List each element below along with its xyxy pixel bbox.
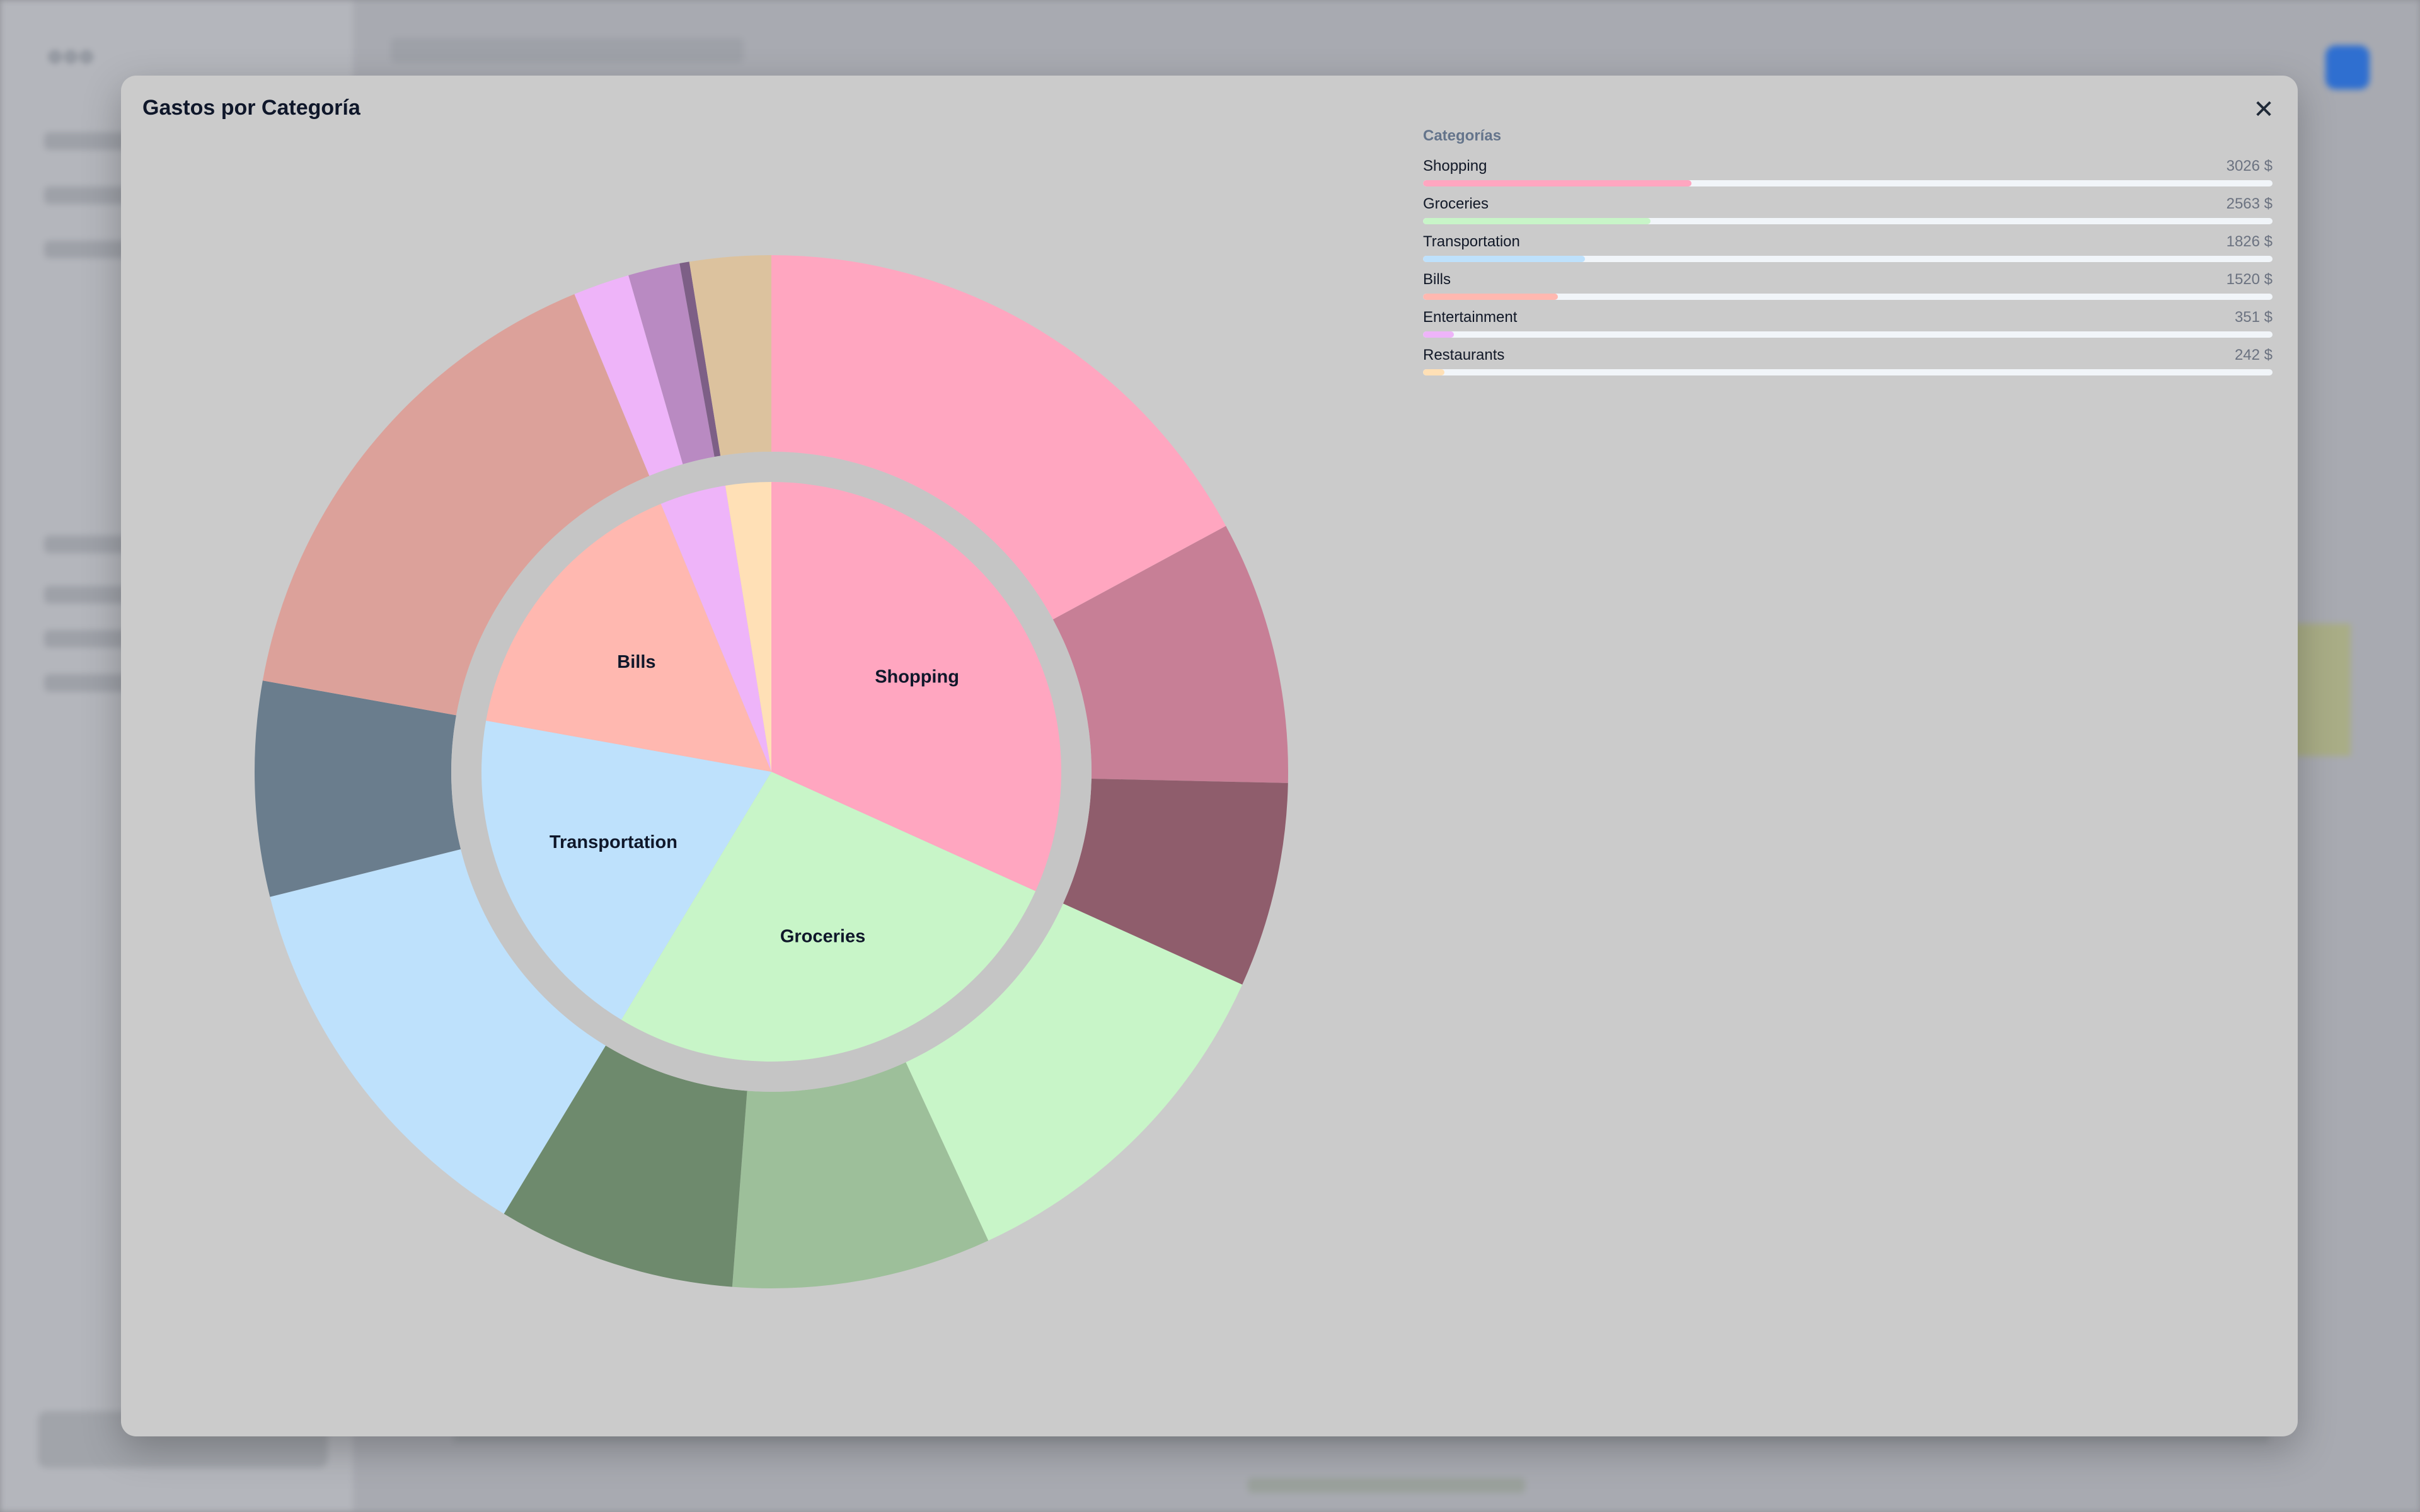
inner-slice-label: Groceries (780, 926, 865, 946)
legend-item-bar-track (1423, 294, 2273, 300)
background-breadcrumb (391, 38, 744, 63)
background-avatar (2325, 45, 2370, 89)
legend-item-bar-fill (1423, 331, 1455, 338)
legend-item-bar-track (1423, 331, 2273, 338)
legend-item-value: 351 $ (2234, 309, 2273, 326)
background-legend (1248, 1478, 1525, 1493)
legend-item-bar-track (1423, 369, 2273, 375)
legend-item: Entertainment 351 $ (1423, 309, 2273, 346)
category-expenses-modal: Gastos por Categoría ✕ Shopping Groceries… (121, 76, 2298, 1436)
legend-item-value: 242 $ (2234, 346, 2273, 364)
legend-item-bar-fill (1423, 369, 1445, 375)
legend-item-name: Entertainment (1423, 309, 1518, 326)
legend-item-name: Groceries (1423, 195, 1489, 212)
legend-item-bar-track (1423, 256, 2273, 262)
legend-item-bar-fill (1423, 256, 1586, 262)
legend-item-name: Shopping (1423, 158, 1487, 175)
legend-item-bar-track (1423, 180, 2273, 186)
legend-item-name: Transportation (1423, 233, 1520, 250)
background-logo: ◦◦◦ (47, 31, 95, 80)
inner-slice-label: Transportation (550, 832, 677, 852)
legend-item-value: 3026 $ (2226, 158, 2273, 175)
legend-item-value: 1520 $ (2226, 271, 2273, 288)
legend-item-bar-track (1423, 218, 2273, 224)
legend-item-bar-fill (1423, 294, 1558, 300)
legend-heading: Categorías (1423, 127, 1502, 144)
legend-item: Groceries 2563 $ (1423, 195, 2273, 233)
close-button[interactable]: ✕ (2246, 92, 2281, 127)
legend-item-bar-fill (1423, 180, 1691, 186)
legend-item-value: 1826 $ (2226, 233, 2273, 250)
legend-item-name: Restaurants (1423, 346, 1505, 364)
legend-item-value: 2563 $ (2226, 195, 2273, 212)
legend-item: Bills 1520 $ (1423, 271, 2273, 309)
sunburst-chart: Shopping Groceries Transportation Bills (255, 255, 1288, 1288)
legend-item-bar-fill (1423, 218, 1651, 224)
close-icon: ✕ (2253, 96, 2274, 123)
legend-item: Restaurants 242 $ (1423, 346, 2273, 384)
inner-slice-label: Shopping (875, 667, 959, 687)
legend-item-name: Bills (1423, 271, 1451, 288)
category-legend: Categorías Shopping 3026 $ Groceries 2563 $… (1423, 127, 2273, 384)
inner-slice-label: Bills (617, 652, 655, 672)
legend-item: Shopping 3026 $ (1423, 158, 2273, 195)
legend-item: Transportation 1826 $ (1423, 233, 2273, 271)
